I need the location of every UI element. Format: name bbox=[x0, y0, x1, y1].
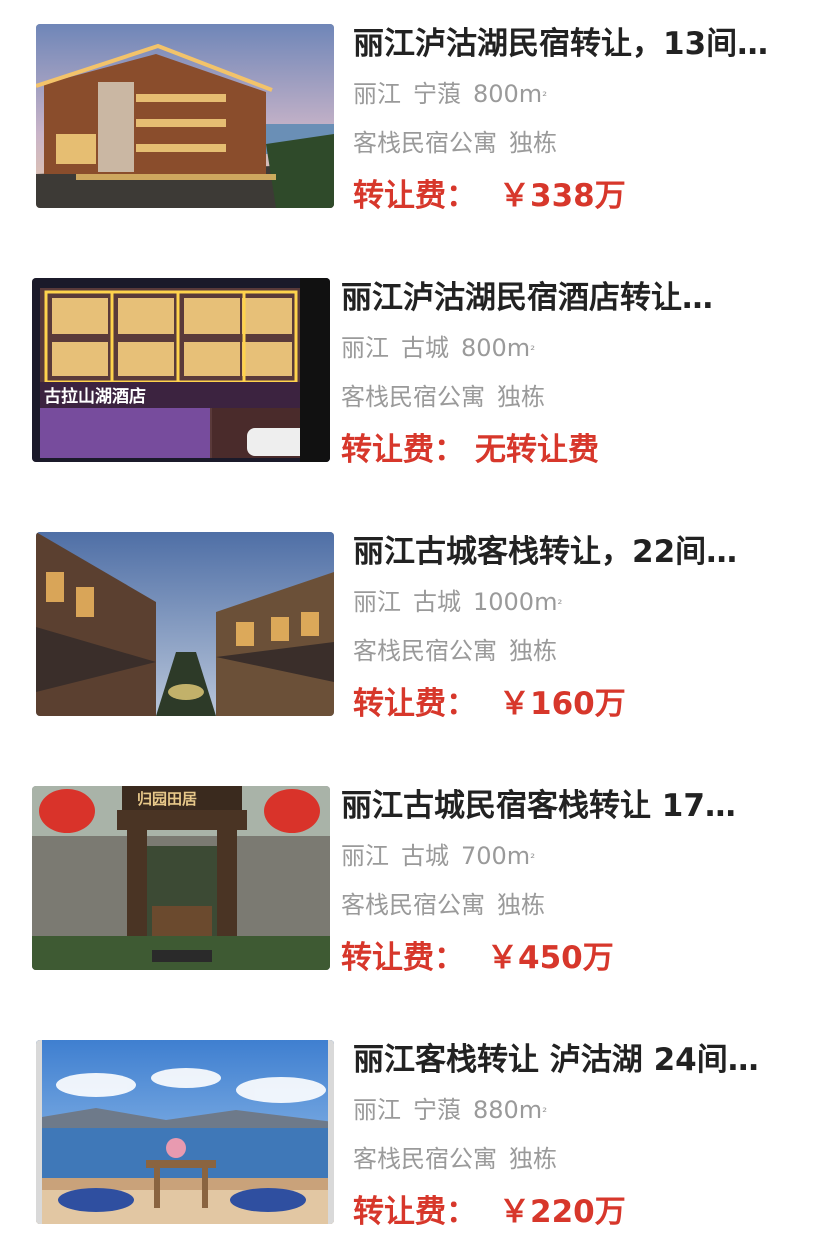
listing-title[interactable]: 丽江古城民宿客栈转让 17… bbox=[341, 786, 791, 826]
listing-card[interactable]: 丽江客栈转让 泸沽湖 24间… 丽江 宁蒗 880m² 客栈民宿公寓 独栋 转让费： ￥… bbox=[0, 1040, 828, 1230]
category-label: 客栈民宿公寓 bbox=[353, 1145, 497, 1173]
fee-value: ￥160万 bbox=[499, 686, 626, 722]
district-label: 古城 bbox=[401, 842, 449, 870]
category-label: 客栈民宿公寓 bbox=[353, 637, 497, 665]
district-label: 古城 bbox=[413, 588, 461, 616]
building-type-label: 独栋 bbox=[509, 129, 557, 157]
fee-value: ￥338万 bbox=[499, 178, 626, 214]
area-unit-mark: ² bbox=[557, 597, 563, 611]
listing-card[interactable]: 丽江泸沽湖民宿转让，13间… 丽江 宁蒗 800m² 客栈民宿公寓 独栋 转让费： ￥3… bbox=[0, 24, 828, 214]
district-label: 宁蒗 bbox=[413, 80, 461, 108]
transfer-fee: 转让费： ￥450万 bbox=[341, 938, 614, 978]
fee-value: ￥450万 bbox=[487, 940, 614, 976]
fee-label: 转让费： bbox=[341, 940, 465, 976]
fee-label: 转让费： bbox=[353, 1194, 477, 1230]
area-label: 800m bbox=[461, 334, 531, 362]
area-unit-mark: ² bbox=[530, 851, 535, 865]
gate-sign-text: 归园田居 bbox=[137, 790, 197, 808]
district-label: 宁蒗 bbox=[413, 1096, 461, 1124]
building-type-label: 独栋 bbox=[497, 891, 545, 919]
area-label: 800m bbox=[473, 80, 543, 108]
category-label: 客栈民宿公寓 bbox=[341, 891, 485, 919]
listing-title[interactable]: 丽江古城客栈转让，22间… bbox=[353, 532, 803, 572]
area-label: 1000m bbox=[473, 588, 558, 616]
building-type-label: 独栋 bbox=[509, 637, 557, 665]
transfer-fee: 转让费： ￥160万 bbox=[353, 684, 626, 724]
hotel-building-dusk-photo[interactable] bbox=[36, 24, 334, 208]
city-label: 丽江 bbox=[341, 334, 389, 362]
area-label: 700m bbox=[461, 842, 531, 870]
transfer-fee: 转让费： ￥220万 bbox=[353, 1192, 626, 1232]
listing-location: 丽江 古城 800m² bbox=[341, 332, 535, 364]
listing-category: 客栈民宿公寓 独栋 bbox=[353, 127, 557, 159]
listing-card[interactable]: 归园田居 丽江古城民宿客栈转让 17… 丽江 古城 700m² 客栈民宿公寓 独栋 转… bbox=[0, 786, 828, 976]
city-label: 丽江 bbox=[353, 588, 401, 616]
area-label: 880m bbox=[473, 1096, 543, 1124]
listing-category: 客栈民宿公寓 独栋 bbox=[353, 1143, 557, 1175]
fee-label: 转让费： bbox=[341, 432, 465, 468]
inn-gate-lanterns-photo[interactable]: 归园田居 bbox=[32, 786, 330, 970]
listing-title[interactable]: 丽江泸沽湖民宿酒店转让… bbox=[341, 278, 791, 318]
listing-card[interactable]: 丽江古城客栈转让，22间… 丽江 古城 1000m² 客栈民宿公寓 独栋 转让费： ￥1… bbox=[0, 532, 828, 722]
fee-label: 转让费： bbox=[353, 686, 477, 722]
fee-label: 转让费： bbox=[353, 178, 477, 214]
transfer-fee: 转让费： 无转让费 bbox=[341, 430, 599, 470]
listing-category: 客栈民宿公寓 独栋 bbox=[341, 889, 545, 921]
area-unit-mark: ² bbox=[542, 89, 547, 103]
listing-location: 丽江 古城 1000m² bbox=[353, 586, 562, 618]
category-label: 客栈民宿公寓 bbox=[341, 383, 485, 411]
city-label: 丽江 bbox=[353, 1096, 401, 1124]
city-label: 丽江 bbox=[341, 842, 389, 870]
listing-category: 客栈民宿公寓 独栋 bbox=[353, 635, 557, 667]
listing-title[interactable]: 丽江客栈转让 泸沽湖 24间… bbox=[353, 1040, 803, 1080]
hotel-night-lights-photo[interactable]: 古拉山湖酒店 bbox=[32, 278, 330, 462]
listing-location: 丽江 宁蒗 800m² bbox=[353, 78, 547, 110]
category-label: 客栈民宿公寓 bbox=[353, 129, 497, 157]
listing-location: 丽江 古城 700m² bbox=[341, 840, 535, 872]
area-unit-mark: ² bbox=[530, 343, 535, 357]
listing-card[interactable]: 古拉山湖酒店 丽江泸沽湖民宿酒店转让… 丽江 古城 800m² 客栈民宿公寓 独栋 转… bbox=[0, 278, 828, 468]
building-type-label: 独栋 bbox=[497, 383, 545, 411]
listing-location: 丽江 宁蒗 880m² bbox=[353, 1094, 547, 1126]
fee-value: ￥220万 bbox=[499, 1194, 626, 1230]
fee-value: 无转让费 bbox=[475, 432, 599, 468]
district-label: 古城 bbox=[401, 334, 449, 362]
listing-title[interactable]: 丽江泸沽湖民宿转让，13间… bbox=[353, 24, 803, 64]
area-unit-mark: ² bbox=[542, 1105, 547, 1119]
listing-category: 客栈民宿公寓 独栋 bbox=[341, 381, 545, 413]
transfer-fee: 转让费： ￥338万 bbox=[353, 176, 626, 216]
courtyard-inn-photo[interactable] bbox=[36, 532, 334, 716]
hotel-sign-text: 古拉山湖酒店 bbox=[44, 386, 146, 407]
lake-view-terrace-photo[interactable] bbox=[36, 1040, 334, 1224]
city-label: 丽江 bbox=[353, 80, 401, 108]
building-type-label: 独栋 bbox=[509, 1145, 557, 1173]
